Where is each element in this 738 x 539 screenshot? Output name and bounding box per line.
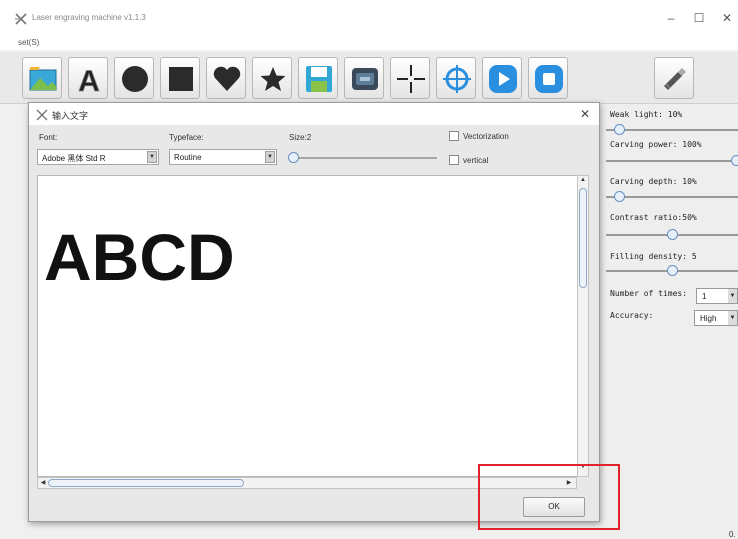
carving-depth-track[interactable] (606, 196, 738, 198)
target-button[interactable] (436, 57, 476, 99)
title-bar: Laser engraving machine v1.1.3 – ☐ ✕ (0, 0, 738, 36)
carving-power-label: Carving power: 100% (610, 140, 702, 149)
open-image-button[interactable] (22, 57, 62, 99)
star-icon (260, 67, 286, 91)
text-icon: A (78, 65, 100, 94)
engrave-icon (352, 68, 378, 90)
vectorization-checkbox[interactable] (449, 131, 459, 141)
horizontal-scroll-thumb[interactable] (48, 479, 244, 487)
play-button[interactable] (482, 57, 522, 99)
heart-tool-button[interactable] (206, 57, 246, 99)
usb-connect-button[interactable] (654, 57, 694, 99)
vertical-scrollbar[interactable]: ▲ ▼ (577, 175, 589, 477)
heart-icon (213, 66, 241, 91)
dialog-close-button[interactable]: ✕ (577, 106, 593, 122)
input-text-dialog: 输入文字 ✕ Font: Adobe 黑体 Std R ▼ Typeface: … (28, 102, 600, 522)
window-title: Laser engraving machine v1.1.3 (32, 13, 146, 22)
weak-light-label: Weak light: 10% (610, 110, 683, 119)
chevron-down-icon: ▼ (728, 311, 737, 325)
save-icon (306, 66, 332, 92)
dialog-logo-icon (36, 109, 48, 121)
number-of-times-value: 1 (702, 292, 707, 301)
filling-density-slider-knob[interactable] (667, 265, 678, 276)
stop-icon (535, 65, 563, 93)
circle-icon (122, 66, 148, 92)
toolbar: A (0, 52, 738, 104)
maximize-button[interactable]: ☐ (690, 10, 708, 26)
size-label: Size:2 (289, 133, 312, 142)
minimize-button[interactable]: – (662, 10, 680, 26)
usb-icon (664, 68, 686, 90)
font-select[interactable]: Adobe 黑体 Std R ▼ (37, 149, 159, 165)
stop-button[interactable] (528, 57, 568, 99)
accuracy-value: High (700, 314, 717, 323)
app-logo-icon (15, 13, 27, 25)
font-label: Font: (39, 133, 58, 142)
carving-depth-slider-knob[interactable] (614, 191, 625, 202)
chevron-down-icon: ▼ (728, 289, 737, 303)
dialog-title-bar: 输入文字 ✕ (29, 103, 599, 125)
carving-depth-label: Carving depth: 10% (610, 177, 697, 186)
scroll-left-icon[interactable]: ◀ (38, 478, 48, 488)
square-icon (169, 67, 193, 91)
save-button[interactable] (298, 57, 338, 99)
ok-highlight-box (478, 464, 620, 530)
chevron-down-icon: ▼ (147, 151, 157, 163)
carving-power-track[interactable] (606, 160, 738, 162)
settings-panel: Weak light: 10% Carving power: 100% Carv… (600, 104, 738, 539)
play-icon (489, 65, 517, 93)
contrast-ratio-label: Contrast ratio:50% (610, 213, 697, 222)
app-window: Laser engraving machine v1.1.3 – ☐ ✕ set… (0, 0, 738, 539)
typeface-value: Routine (174, 153, 202, 162)
typeface-select[interactable]: Routine ▼ (169, 149, 277, 165)
menu-bar: set(S) (0, 36, 738, 50)
filling-density-label: Filling density: 5 (610, 252, 697, 261)
number-of-times-select[interactable]: 1 ▼ (696, 288, 738, 304)
vertical-label: vertical (463, 156, 489, 165)
crosshair-icon (397, 65, 425, 93)
crosshair-button[interactable] (390, 57, 430, 99)
chevron-down-icon: ▼ (265, 151, 275, 163)
vertical-checkbox[interactable] (449, 155, 459, 165)
circle-tool-button[interactable] (114, 57, 154, 99)
accuracy-label: Accuracy: (610, 311, 654, 320)
text-content: ABCD (44, 220, 235, 294)
menu-set[interactable]: set(S) (18, 38, 39, 47)
font-value: Adobe 黑体 Std R (42, 154, 106, 163)
carving-power-slider-knob[interactable] (731, 155, 738, 166)
size-slider-track[interactable] (289, 157, 437, 159)
text-tool-button[interactable]: A (68, 57, 108, 99)
open-image-icon (29, 67, 57, 91)
vertical-scroll-thumb[interactable] (579, 188, 587, 288)
weak-light-track[interactable] (606, 129, 738, 131)
dialog-title: 输入文字 (52, 111, 89, 121)
scroll-up-icon[interactable]: ▲ (579, 177, 587, 187)
accuracy-select[interactable]: High ▼ (694, 310, 738, 326)
contrast-ratio-slider-knob[interactable] (667, 229, 678, 240)
square-tool-button[interactable] (160, 57, 200, 99)
typeface-label: Typeface: (169, 133, 204, 142)
text-input-area[interactable]: ABCD (37, 175, 587, 477)
star-tool-button[interactable] (252, 57, 292, 99)
number-of-times-label: Number of times: (610, 289, 688, 298)
svg-text:A: A (78, 65, 100, 94)
vectorization-label: Vectorization (463, 132, 509, 141)
close-window-button[interactable]: ✕ (718, 10, 736, 26)
target-icon (443, 65, 471, 93)
engrave-button[interactable] (344, 57, 384, 99)
weak-light-slider-knob[interactable] (614, 124, 625, 135)
size-slider-knob[interactable] (288, 152, 299, 163)
status-corner-text: 0. (729, 530, 736, 539)
